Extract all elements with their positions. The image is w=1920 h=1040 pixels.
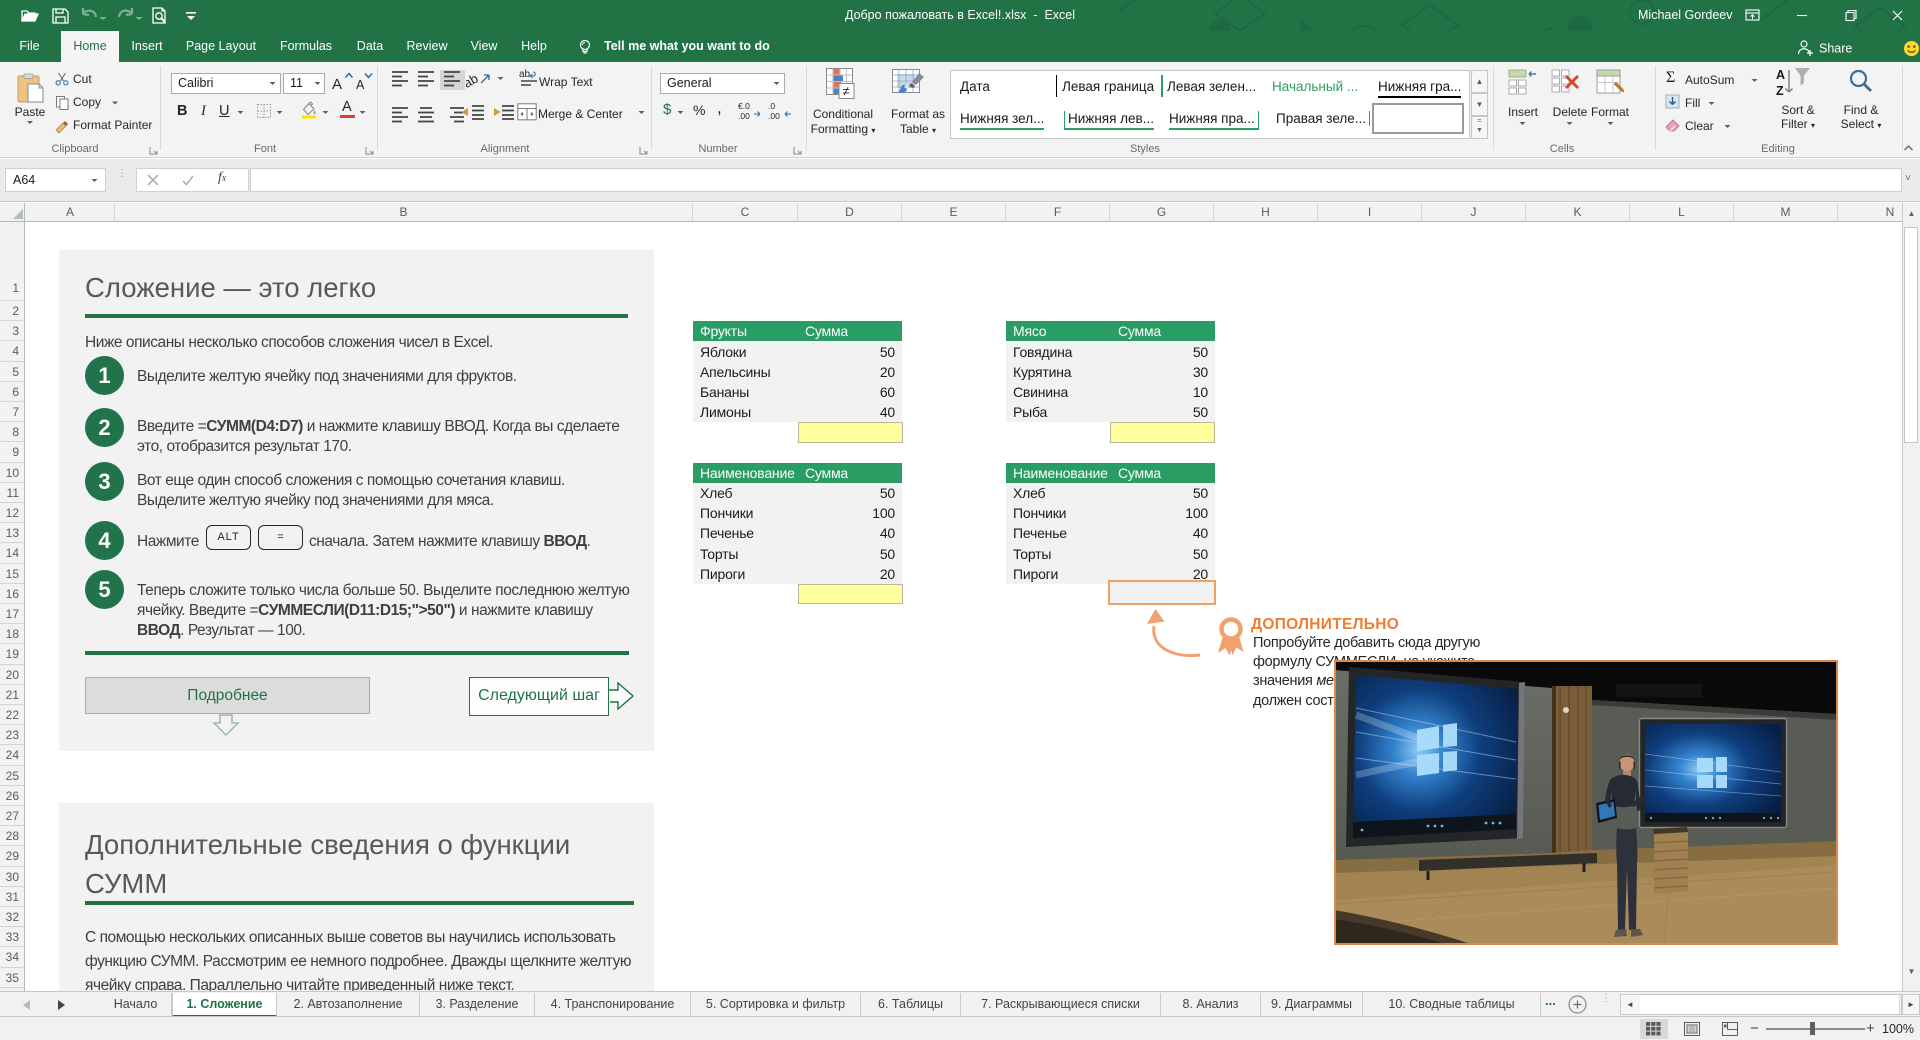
svg-text:€.0: €.0 bbox=[738, 101, 750, 111]
svg-text:.00: .00 bbox=[738, 111, 750, 121]
svg-text:.0: .0 bbox=[768, 101, 775, 111]
svg-text:.00: .00 bbox=[768, 111, 780, 121]
svg-text:Share: Share bbox=[1819, 42, 1852, 56]
svg-text:A: A bbox=[332, 76, 342, 93]
svg-text:Z: Z bbox=[1776, 84, 1784, 98]
svg-text:A: A bbox=[1776, 68, 1785, 82]
svg-text:ab: ab bbox=[466, 71, 481, 90]
svg-text:≠: ≠ bbox=[843, 84, 850, 99]
svg-text:ab: ab bbox=[519, 69, 531, 80]
svg-text:A: A bbox=[356, 78, 365, 92]
